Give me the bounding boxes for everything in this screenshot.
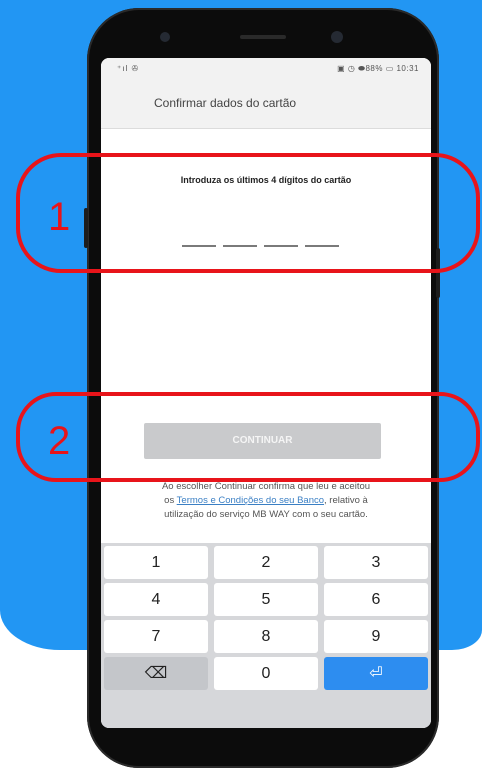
terms-suffix: , relativo à (324, 495, 368, 506)
key-9[interactable]: 9 (324, 620, 428, 653)
key-8[interactable]: 8 (214, 620, 318, 653)
terms-line-1: Ao escolher Continuar confirma que leu e… (161, 481, 371, 492)
app-header: Confirmar dados do cartão (101, 80, 431, 129)
backspace-icon: ⌫ (144, 665, 168, 682)
annotation-ellipse-1 (16, 153, 480, 273)
key-2[interactable]: 2 (214, 546, 318, 579)
phone-speaker (240, 35, 286, 39)
key-3[interactable]: 3 (324, 546, 428, 579)
key-5[interactable]: 5 (214, 583, 318, 616)
status-indicators: ▣ ◷ ⬬88% ▭ 10:31 (337, 64, 419, 73)
enter-key[interactable]: ⏎ (324, 657, 428, 690)
phone-sensor (160, 32, 170, 42)
terms-line-2: os Termos e Condições do seu Banco, rela… (121, 494, 411, 508)
terms-text: Ao escolher Continuar confirma que leu e… (121, 480, 411, 522)
backspace-key[interactable]: ⌫ (104, 657, 208, 690)
terms-prefix: os (164, 495, 177, 506)
phone-camera (331, 31, 343, 43)
terms-link[interactable]: Termos e Condições do seu Banco (177, 495, 324, 506)
page-title: Confirmar dados do cartão (154, 96, 297, 110)
key-4[interactable]: 4 (104, 583, 208, 616)
annotation-ellipse-2 (16, 392, 480, 482)
key-0[interactable]: 0 (214, 657, 318, 690)
terms-line-3: utilização do serviço MB WAY com o seu c… (164, 509, 368, 520)
status-bar: ⁺ıl ✇ ▣ ◷ ⬬88% ▭ 10:31 (101, 58, 431, 80)
numeric-keypad: 1 2 3 4 5 6 7 8 9 ⌫ 0 ⏎ (101, 543, 431, 728)
key-6[interactable]: 6 (324, 583, 428, 616)
key-7[interactable]: 7 (104, 620, 208, 653)
enter-icon: ⏎ (369, 665, 383, 682)
annotation-number-1: 1 (48, 195, 71, 239)
annotation-number-2: 2 (48, 419, 71, 463)
key-1[interactable]: 1 (104, 546, 208, 579)
signal-icons: ⁺ıl ✇ (117, 64, 140, 73)
